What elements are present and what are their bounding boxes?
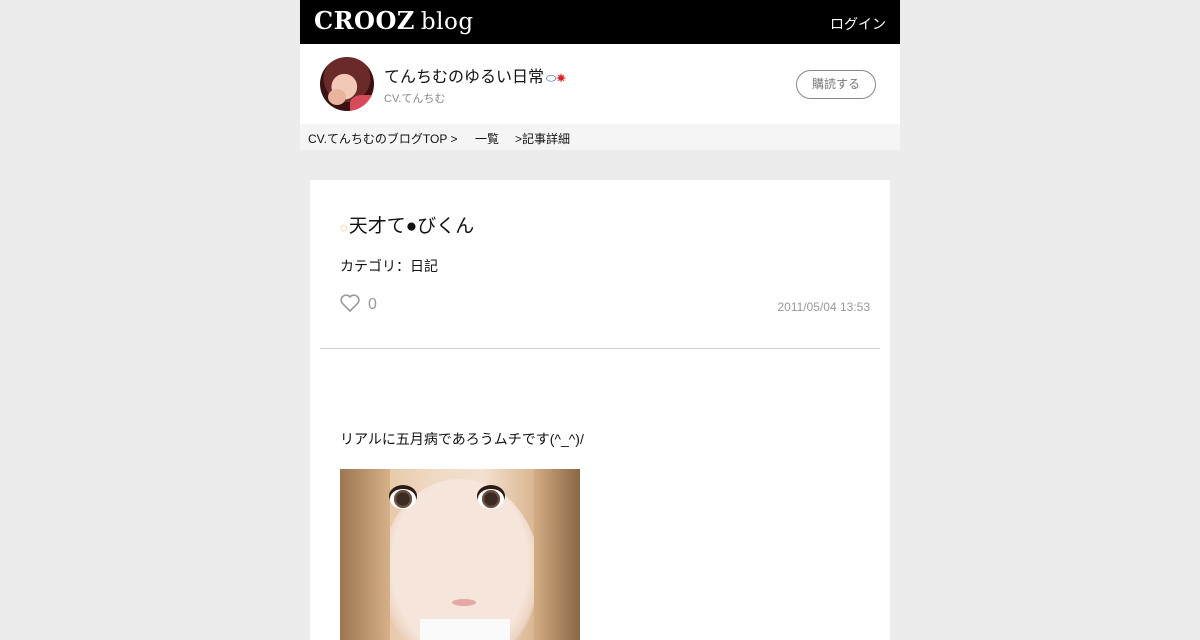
blog-title-text: てんちむのゆるい日常 bbox=[384, 69, 545, 86]
photo-eye-left bbox=[390, 489, 416, 509]
breadcrumb-top-link[interactable]: CV.てんちむのブログTOP > bbox=[308, 130, 457, 147]
avatar-hand bbox=[328, 89, 346, 105]
subscribe-button[interactable]: 購読する bbox=[796, 70, 876, 99]
post-title: ◌天才て●びくん bbox=[340, 211, 474, 238]
breadcrumb-list-link[interactable]: 一覧 bbox=[475, 130, 499, 147]
profile-header: てんちむのゆるい日常 ⬭☀ CV.てんちむ 購読する bbox=[300, 44, 900, 124]
chick-emoji-icon: ◌ bbox=[340, 220, 348, 235]
divider bbox=[320, 348, 880, 349]
post-body-text: リアルに五月病であろうムチです(^_^)/ bbox=[340, 431, 584, 447]
logo-sub: blog bbox=[420, 9, 474, 35]
post-category[interactable]: カテゴリ：日記 bbox=[340, 256, 438, 276]
sun-emoji-icon: ☀ bbox=[556, 71, 566, 85]
cloud-emoji-icon: ⬭ bbox=[546, 71, 557, 85]
crooz-blog-logo[interactable]: CROOZ blog bbox=[314, 6, 474, 35]
title-emoji: ⬭☀ bbox=[546, 71, 566, 85]
logo-main: CROOZ bbox=[314, 6, 415, 35]
article-card: ◌天才て●びくん カテゴリ：日記 0 2011/05/04 13:53 リアルに… bbox=[310, 180, 890, 640]
post-title-text: 天才て●びくん bbox=[348, 216, 475, 237]
breadcrumb: CV.てんちむのブログTOP > 一覧 >記事詳細 bbox=[300, 124, 900, 150]
breadcrumb-detail: >記事詳細 bbox=[515, 132, 571, 146]
photo-hair-left bbox=[340, 469, 390, 640]
top-bar: CROOZ blog ログイン bbox=[300, 0, 900, 44]
post-photo[interactable] bbox=[340, 469, 580, 640]
author-name[interactable]: CV.てんちむ bbox=[384, 90, 445, 106]
blog-column: CROOZ blog ログイン てんちむのゆるい日常 ⬭☀ CV.てんちむ 購読する… bbox=[300, 0, 900, 150]
photo-hair-right bbox=[534, 469, 580, 640]
avatar-shirt bbox=[350, 95, 374, 111]
like-count: 0 bbox=[368, 296, 377, 313]
photo-lips bbox=[452, 599, 476, 606]
photo-eye-right bbox=[478, 489, 504, 509]
login-link[interactable]: ログイン bbox=[830, 14, 886, 34]
post-date: 2011/05/04 13:53 bbox=[777, 300, 870, 314]
heart-outline-icon[interactable] bbox=[340, 294, 360, 312]
avatar[interactable] bbox=[320, 57, 374, 111]
blog-title[interactable]: てんちむのゆるい日常 ⬭☀ bbox=[384, 63, 566, 87]
